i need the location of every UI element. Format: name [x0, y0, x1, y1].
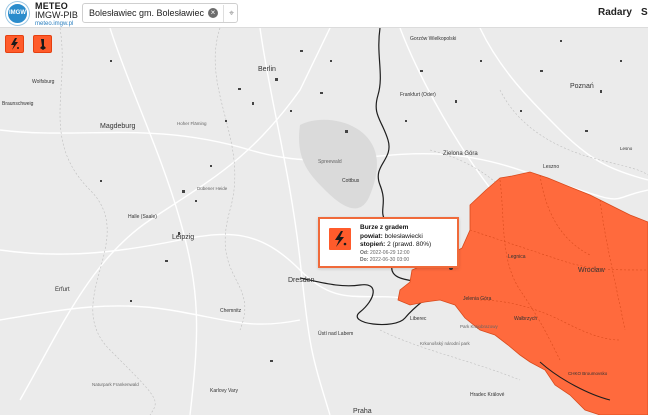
label-hradec: Hradec Králové — [470, 392, 505, 398]
label-frankfurt-oder: Frankfurt (Oder) — [400, 92, 436, 98]
label-cottbus: Cottbus — [342, 178, 360, 184]
top-header: IMGW METEO IMGW-PIB meteo.imgw.pl × ⌖ Ra… — [0, 0, 648, 28]
label-praha: Praha — [353, 408, 372, 415]
popup-text: Burze z gradem powiat: bolesławiecki sto… — [360, 224, 431, 264]
popup-to-label: Do: — [360, 256, 369, 263]
label-gorzow: Gorzów Wielkopolski — [410, 36, 456, 42]
search-box: × ⌖ — [82, 3, 238, 23]
label-erfurt: Erfurt — [55, 287, 70, 293]
label-halle: Halle (Saale) — [128, 214, 157, 220]
label-liberec: Liberec — [410, 316, 427, 322]
label-wolfsburg: Wolfsburg — [32, 79, 55, 85]
label-dubener: Dübener Heide — [197, 186, 228, 191]
nav-radary[interactable]: Radary — [598, 7, 632, 18]
lightning-icon — [11, 38, 19, 50]
label-berlin: Berlin — [258, 66, 276, 73]
nav-satelity[interactable]: Sa — [641, 7, 648, 18]
popup-powiat-label: powiat: — [360, 232, 383, 240]
label-krkonose: Krkonošský národní park — [420, 341, 471, 346]
label-hoher-flaming: Hoher Fläming — [177, 121, 207, 126]
label-leszno: Leszno — [543, 164, 559, 170]
label-spreewald: Spreewald — [318, 159, 342, 165]
brand-url: meteo.imgw.pl — [35, 21, 74, 27]
label-legnica: Legnica — [508, 254, 526, 260]
label-jelenia-gora: Jelenia Góra — [463, 296, 492, 302]
label-braunschweig: Braunschweig — [2, 101, 34, 107]
label-karlovy-vary: Karlovy Vary — [210, 388, 238, 394]
popup-to-value: 2022-06-30 03:00 — [369, 256, 410, 263]
popup-level-value: 2 (prawd. 80%) — [387, 241, 432, 249]
label-magdeburg: Magdeburg — [100, 123, 136, 130]
warning-popup[interactable]: Burze z gradem powiat: bolesławiecki sto… — [318, 217, 459, 268]
legend-storm-button[interactable] — [5, 35, 24, 53]
label-usti: Ústí nad Labem — [318, 330, 353, 337]
legend-heat-button[interactable] — [33, 35, 52, 53]
label-lesno: Lesno — [620, 146, 633, 151]
label-poznan: Poznań — [570, 83, 594, 90]
thermometer-icon — [40, 39, 46, 50]
label-walbrzych: Wałbrzych — [514, 316, 537, 322]
popup-from-value: 2022-06-29 12:00 — [370, 249, 410, 256]
imgw-logo[interactable]: IMGW — [6, 2, 29, 25]
popup-level-label: stopień: — [360, 241, 386, 249]
label-leipzig: Leipzig — [172, 234, 194, 241]
popup-storm-icon — [329, 228, 351, 250]
label-zielona-gora: Zielona Góra — [443, 151, 478, 157]
search-input[interactable] — [89, 4, 207, 22]
label-dresden: Dresden — [288, 277, 315, 284]
popup-powiat-value: bolesławiecki — [384, 232, 423, 240]
locate-icon[interactable]: ⌖ — [223, 5, 239, 22]
label-chemnitz: Chemnitz — [220, 308, 242, 314]
brand-block[interactable]: METEO IMGW-PIB meteo.imgw.pl — [35, 2, 78, 28]
label-wroclaw: Wrocław — [578, 267, 606, 274]
clear-search-button[interactable]: × — [208, 8, 218, 18]
popup-from-label: Od: — [360, 249, 369, 256]
popup-title: Burze z gradem — [360, 224, 409, 231]
label-park: Park Krajobrazowy — [460, 324, 499, 329]
brand-subtitle: IMGW-PIB — [35, 10, 78, 20]
label-chko: CHKO Broumovsko — [568, 371, 608, 376]
label-frankenwald: Naturpark Frankenwald — [92, 382, 139, 387]
